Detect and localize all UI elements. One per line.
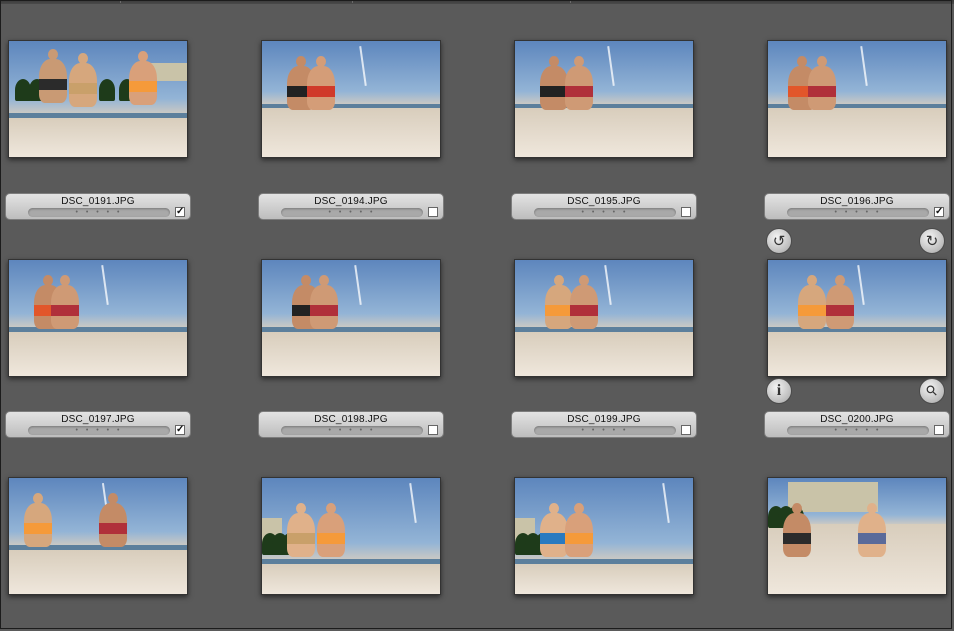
rotate-left-button[interactable]: ↺ [766,228,792,254]
photo-filename: DSC_0198.JPG [314,414,388,425]
photo-sand [515,331,693,376]
star-rating[interactable]: • • • • • [28,208,170,217]
person-body [565,513,593,557]
person-body [808,66,836,110]
star-rating[interactable]: • • • • • [787,426,929,435]
person-body [540,66,568,110]
photo-label-bar: DSC_0195.JPG • • • • • [511,193,697,220]
person-body [565,66,593,110]
photo-thumbnail[interactable] [8,40,188,158]
photo-filename: DSC_0194.JPG [314,196,388,207]
photo-sand [515,108,693,157]
photo-sand [768,331,946,376]
photo-label-bar: DSC_0194.JPG • • • • • [258,193,444,220]
person-body [570,285,598,329]
palm-tree [99,79,115,101]
star-rating[interactable]: • • • • • [281,426,423,435]
pick-checkbox[interactable]: ✓ [934,207,944,217]
photo-thumbnail[interactable] [8,477,188,595]
photo-sand [262,563,440,594]
person-body [24,503,52,547]
photo-label-bar: DSC_0198.JPG • • • • • [258,411,444,438]
rotate-left-icon: ↺ [772,232,786,250]
photo-label-bar: DSC_0191.JPG • • • • • ✓ [5,193,191,220]
top-toolbar-edge [0,0,954,4]
photo-filename: DSC_0191.JPG [61,196,135,207]
person-body [310,285,338,329]
photo-filename: DSC_0199.JPG [567,414,641,425]
person-body [826,285,854,329]
star-rating[interactable]: • • • • • [534,208,676,217]
person-body [317,513,345,557]
photo-thumbnail[interactable] [514,40,694,158]
pick-checkbox[interactable] [428,207,438,217]
photo-label-bar: DSC_0200.JPG • • • • • [764,411,950,438]
pick-checkbox[interactable]: ✓ [175,207,185,217]
rotate-right-button[interactable]: ↻ [919,228,945,254]
pick-checkbox[interactable] [681,425,691,435]
star-rating[interactable]: • • • • • [281,208,423,217]
info-icon: i [776,382,782,399]
photo-thumbnail[interactable] [767,40,947,158]
person-body [858,513,886,557]
loupe-button[interactable]: ⚲ [919,378,945,404]
person-body [51,285,79,329]
photo-sand [262,331,440,376]
star-rating[interactable]: • • • • • [534,426,676,435]
photo-filename: DSC_0200.JPG [820,414,894,425]
photo-filename: DSC_0197.JPG [61,414,135,425]
pick-checkbox[interactable] [428,425,438,435]
person-body [798,285,826,329]
person-body [307,66,335,110]
photo-thumbnail[interactable] [767,477,947,595]
photo-thumbnail[interactable] [261,259,441,377]
person-body [129,61,157,105]
photo-sand [768,108,946,157]
person-body [545,285,573,329]
info-button[interactable]: i [766,378,792,404]
person-body [540,513,568,557]
rotate-right-icon: ↻ [925,232,939,250]
person-body [99,503,127,547]
photo-sand [515,563,693,594]
photo-sky [262,260,440,328]
person-body [69,63,97,107]
loupe-icon: ⚲ [922,381,942,401]
photo-thumbnail[interactable] [8,259,188,377]
person-body [783,513,811,557]
photo-thumbnail[interactable] [261,477,441,595]
pick-checkbox[interactable] [934,425,944,435]
photo-label-bar: DSC_0197.JPG • • • • • ✓ [5,411,191,438]
photo-sand [9,117,187,157]
photo-thumbnail[interactable] [514,477,694,595]
photo-sand [9,549,187,594]
pick-checkbox[interactable]: ✓ [175,425,185,435]
photo-sand [262,108,440,157]
photo-filename: DSC_0195.JPG [567,196,641,207]
photo-thumbnail[interactable] [767,259,947,377]
photo-label-bar: DSC_0199.JPG • • • • • [511,411,697,438]
star-rating[interactable]: • • • • • [28,426,170,435]
photo-thumbnail[interactable] [261,40,441,158]
photo-filename: DSC_0196.JPG [820,196,894,207]
photo-label-bar: DSC_0196.JPG • • • • • ✓ [764,193,950,220]
pick-checkbox[interactable] [681,207,691,217]
person-body [39,59,67,103]
photo-thumbnail[interactable] [514,259,694,377]
star-rating[interactable]: • • • • • [787,208,929,217]
photo-sand [9,331,187,376]
person-body [287,513,315,557]
